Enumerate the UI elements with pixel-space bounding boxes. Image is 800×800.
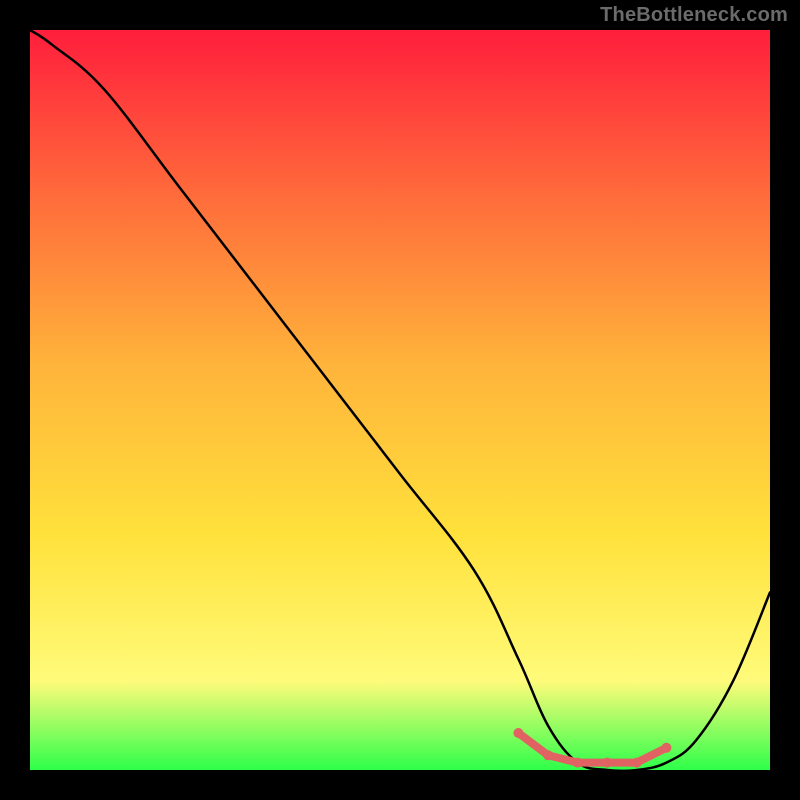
marker-dot (661, 743, 671, 753)
chart-container: TheBottleneck.com (0, 0, 800, 800)
marker-dot (573, 758, 583, 768)
marker-dot (513, 728, 523, 738)
marker-dot (602, 758, 612, 768)
marker-dot (543, 750, 553, 760)
plot-area (30, 30, 770, 770)
watermark-text: TheBottleneck.com (600, 4, 788, 27)
bottleneck-chart (30, 30, 770, 770)
marker-dot (632, 758, 642, 768)
gradient-background (30, 30, 770, 770)
